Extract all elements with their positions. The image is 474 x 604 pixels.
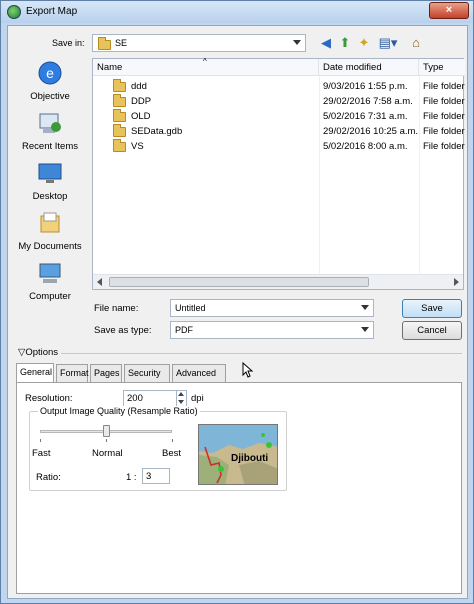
file-row[interactable]: ddd 9/03/2016 1:55 p.m. File folder: [93, 79, 465, 94]
slider-tick: [172, 439, 173, 442]
options-toggle[interactable]: ▽Options: [18, 347, 62, 358]
save-button[interactable]: Save: [402, 299, 462, 318]
save-in-label: Save in:: [52, 38, 85, 48]
home-icon[interactable]: ⌂: [408, 35, 424, 51]
spinner-arrows[interactable]: [176, 391, 186, 406]
quality-slider-thumb[interactable]: [103, 425, 110, 437]
file-row[interactable]: DDP 29/02/2016 7:58 a.m. File folder: [93, 94, 465, 109]
dialog-client-area: Save in: SE ◀ ⬆ ✦ ▤▾ ⌂ e Objective Recen…: [7, 25, 468, 599]
place-objective[interactable]: e Objective: [10, 60, 90, 108]
folder-icon: [113, 124, 126, 137]
mouse-cursor-icon: [242, 362, 254, 378]
recent-places-icon: e: [38, 61, 62, 85]
scrollbar-thumb[interactable]: [109, 277, 369, 287]
tab-advanced[interactable]: Advanced: [172, 364, 226, 382]
up-folder-icon[interactable]: ⬆: [337, 35, 353, 51]
slider-tick: [106, 439, 107, 442]
save-as-type-label: Save as type:: [94, 325, 152, 336]
desktop-icon: [38, 163, 62, 183]
recent-items-icon: [39, 113, 61, 133]
scroll-left-icon[interactable]: [97, 278, 102, 286]
arcmap-app-icon: [7, 5, 21, 19]
place-recent-items[interactable]: Recent Items: [10, 110, 90, 158]
folder-icon: [113, 94, 126, 107]
ratio-prefix: 1 :: [126, 472, 137, 483]
ratio-label: Ratio:: [36, 472, 61, 483]
tab-format[interactable]: Format: [56, 364, 89, 382]
file-row[interactable]: SEData.gdb 29/02/2016 10:25 a.m. File fo…: [93, 124, 465, 139]
general-tab-panel: Resolution: 200 dpi Output Image Quality…: [16, 382, 462, 594]
slider-label-normal: Normal: [92, 448, 123, 459]
slider-tick: [40, 439, 41, 442]
chevron-down-icon[interactable]: [361, 305, 369, 310]
output-quality-group: Output Image Quality (Resample Ratio) Fa…: [29, 406, 287, 491]
new-folder-icon[interactable]: ✦: [356, 35, 372, 51]
file-name-input[interactable]: Untitled: [170, 299, 374, 317]
file-list[interactable]: Name ^ Date modified Type ddd 9/03/2016 …: [92, 57, 465, 290]
column-header-type[interactable]: Type: [419, 59, 465, 76]
resolution-label: Resolution:: [25, 393, 73, 404]
cancel-button[interactable]: Cancel: [402, 321, 462, 340]
computer-icon: [39, 263, 61, 283]
file-row[interactable]: VS 5/02/2016 8:00 a.m. File folder: [93, 139, 465, 154]
chevron-down-icon: [293, 40, 301, 45]
column-header-date-modified[interactable]: Date modified: [319, 59, 419, 76]
save-in-dropdown[interactable]: SE: [92, 34, 306, 52]
resolution-spinner[interactable]: 200: [123, 390, 187, 407]
tab-security[interactable]: Security: [124, 364, 170, 382]
slider-label-best: Best: [162, 448, 182, 459]
resolution-unit: dpi: [191, 393, 204, 404]
place-computer[interactable]: Computer: [10, 260, 90, 308]
folder-icon: [113, 109, 126, 122]
back-icon[interactable]: ◀: [318, 35, 334, 51]
spin-up-icon[interactable]: [178, 392, 184, 396]
places-bar: e Objective Recent Items Desktop My Docu…: [10, 60, 90, 310]
save-in-value: SE: [115, 38, 128, 48]
folder-icon: [98, 37, 111, 50]
file-row[interactable]: OLD 5/02/2016 7:31 a.m. File folder: [93, 109, 465, 124]
save-as-type-dropdown[interactable]: PDF: [170, 321, 374, 339]
place-desktop[interactable]: Desktop: [10, 160, 90, 208]
title-bar[interactable]: Export Map ×: [1, 1, 473, 23]
chevron-down-icon: [361, 327, 369, 332]
close-button[interactable]: ×: [429, 2, 469, 19]
output-quality-title: Output Image Quality (Resample Ratio): [38, 406, 200, 416]
sort-arrow-icon: ^: [203, 57, 207, 66]
tab-pages[interactable]: Pages: [90, 364, 122, 382]
ratio-input[interactable]: 3: [142, 468, 170, 484]
options-divider: [26, 353, 462, 354]
file-name-label: File name:: [94, 303, 139, 314]
map-preview: Djibouti: [198, 424, 278, 485]
tab-general[interactable]: General: [16, 363, 54, 383]
svg-text:e: e: [46, 65, 54, 81]
documents-icon: [40, 212, 60, 233]
view-menu-icon[interactable]: ▤▾: [376, 35, 400, 51]
scroll-right-icon[interactable]: [454, 278, 459, 286]
map-preview-label: Djibouti: [231, 453, 269, 464]
folder-icon: [113, 79, 126, 92]
folder-icon: [113, 139, 126, 152]
place-my-documents[interactable]: My Documents: [10, 210, 90, 258]
spin-down-icon[interactable]: [178, 400, 184, 404]
column-header-name[interactable]: Name ^: [93, 57, 319, 76]
horizontal-scrollbar[interactable]: [93, 274, 463, 289]
window-title: Export Map: [26, 6, 78, 17]
slider-label-fast: Fast: [32, 448, 51, 459]
export-map-dialog: Export Map × Save in: SE ◀ ⬆ ✦ ▤▾ ⌂ e Ob…: [0, 0, 474, 604]
